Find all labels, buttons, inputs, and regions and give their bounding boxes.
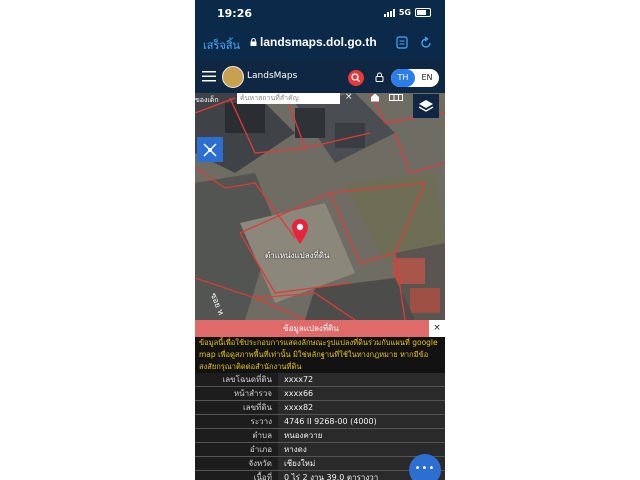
location-pin-icon[interactable] (290, 219, 310, 245)
parcel-info-value: xxxx72 (278, 373, 445, 387)
satellite-map (195, 93, 445, 320)
parcel-info-row: อำเภอ หางดง (195, 442, 445, 457)
done-button[interactable]: เสร็จสิ้น (203, 36, 240, 54)
parcel-info-value: xxxx82 (278, 400, 445, 415)
phone-screen: 19:26 5G เสร็จสิ้น landsmaps.dol.go.th L… (195, 0, 445, 480)
map-view[interactable]: ของเด็ก ค้นหาสถานที่สำคัญ × ตำแหน่งแปลงท… (195, 93, 445, 320)
parcel-info-header: ข้อมูลแปลงที่ดิน × (195, 320, 445, 337)
parcel-info-label: เลขโฉนดที่ดิน (195, 373, 278, 387)
dol-logo (222, 66, 244, 88)
close-button[interactable]: × (429, 320, 445, 337)
parcel-info-row: ระวาง 4746 II 9268-00 (4000) (195, 414, 445, 429)
parcel-info-label: เนื้อที่ (195, 470, 278, 480)
status-time: 19:26 (217, 7, 253, 20)
more-icon: ••• (414, 463, 436, 474)
parcel-info-label: จังหวัด (195, 456, 278, 471)
place-label: ของเด็ก (195, 96, 219, 104)
app-header: LandsMaps TH EN (195, 60, 445, 93)
home-icon[interactable] (370, 93, 380, 102)
parcel-info-value: หนองควาย (278, 428, 445, 443)
pin-label: ตำแหน่งแปลงที่ดิน (265, 251, 330, 260)
reader-icon[interactable] (396, 36, 408, 49)
layers-icon (418, 100, 434, 112)
parcel-info-row: เนื้อที่ 0 ไร่ 2 งาน 39.0 ตารางวา (195, 470, 445, 480)
parcel-info-value: 4746 II 9268-00 (4000) (278, 414, 445, 429)
search-icon (351, 73, 360, 82)
parcel-info-row: ตำบล หนองควาย (195, 428, 445, 443)
parcel-info-title: ข้อมูลแปลงที่ดิน (283, 324, 339, 333)
parcel-info-row: หน้าสำรวจ xxxx66 (195, 386, 445, 401)
disclaimer-notice: ข้อมูลนี้เพื่อใช้ประกอบการแสดงลักษณะรูปแ… (195, 337, 445, 373)
lang-en-button[interactable]: EN (415, 69, 439, 87)
parcel-info-label: ตำบล (195, 428, 278, 443)
search-button[interactable] (348, 70, 364, 86)
parcel-info-label: อำเภอ (195, 442, 278, 457)
tools-button[interactable] (197, 137, 223, 162)
network-type: 5G (398, 8, 411, 17)
parcel-info-row: จังหวัด เชียงใหม่ (195, 456, 445, 471)
more-options-button[interactable]: ••• (409, 454, 441, 480)
grid-icon[interactable] (389, 94, 403, 101)
user-icon[interactable] (375, 72, 384, 82)
status-bar: 19:26 5G (195, 0, 445, 28)
lang-th-button[interactable]: TH (391, 69, 415, 87)
parcel-info-row: เลขโฉนดที่ดิน xxxx72 (195, 373, 445, 387)
status-indicators: 5G (383, 8, 431, 17)
map-search-input[interactable]: ค้นหาสถานที่สำคัญ (237, 93, 340, 104)
layers-button[interactable] (413, 94, 439, 118)
lock-icon (250, 38, 257, 46)
reload-icon[interactable] (420, 36, 432, 49)
url-text[interactable]: landsmaps.dol.go.th (260, 35, 377, 49)
battery-icon (415, 8, 431, 17)
signal-icon (383, 8, 395, 17)
parcel-info-label: ระวาง (195, 414, 278, 429)
app-title: LandsMaps (247, 71, 298, 81)
parcel-info-row: เลขที่ดิน xxxx82 (195, 400, 445, 415)
browser-url-bar: เสร็จสิ้น landsmaps.dol.go.th (195, 28, 445, 58)
ruler-icon (203, 143, 217, 157)
menu-icon[interactable] (202, 71, 216, 82)
parcel-info-label: หน้าสำรวจ (195, 386, 278, 401)
parcel-info-value: xxxx66 (278, 386, 445, 401)
parcel-info-table: เลขโฉนดที่ดิน xxxx72 หน้าสำรวจ xxxx66 เลขที่… (195, 373, 445, 480)
language-toggle[interactable]: TH EN (391, 69, 439, 87)
parcel-info-label: เลขที่ดิน (195, 400, 278, 415)
clear-search-icon[interactable]: × (345, 93, 353, 102)
